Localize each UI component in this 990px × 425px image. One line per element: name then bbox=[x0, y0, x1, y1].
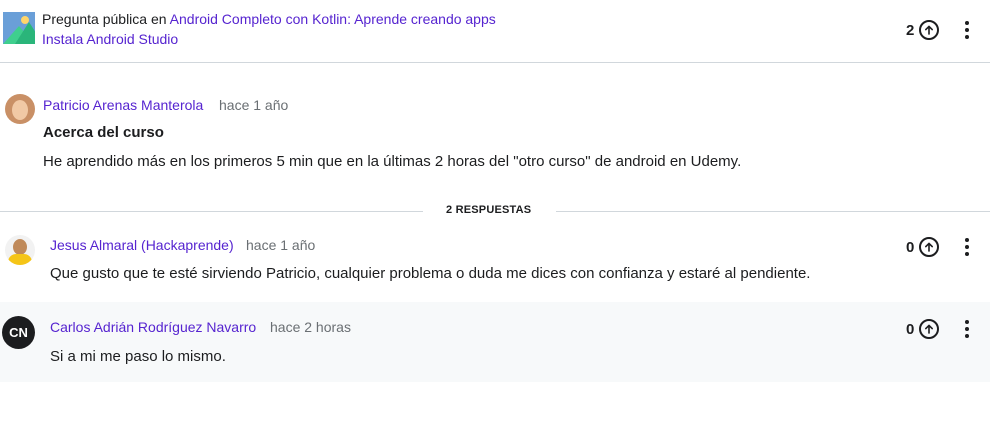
question-body: He aprendido más en los primeros 5 min q… bbox=[43, 153, 742, 170]
reply-upvote: 0 bbox=[906, 237, 940, 257]
reply-body: Que gusto que te esté sirviendo Patricio… bbox=[50, 265, 811, 282]
avatar[interactable] bbox=[5, 94, 35, 124]
reply-time: hace 1 año bbox=[246, 237, 316, 253]
question-title: Acerca del curso bbox=[43, 124, 164, 141]
upvote-arrow-icon bbox=[925, 324, 934, 334]
upvote-count: 0 bbox=[906, 238, 915, 256]
lecture-link[interactable]: Instala Android Studio bbox=[42, 31, 178, 48]
question-header: Pregunta pública en Android Completo con… bbox=[0, 0, 990, 63]
reply-time: hace 2 horas bbox=[270, 319, 351, 335]
upvote-arrow-icon bbox=[925, 25, 934, 35]
question-author[interactable]: Patricio Arenas Manterola bbox=[43, 97, 203, 113]
reply-body: Si a mi me paso lo mismo. bbox=[50, 348, 226, 365]
upvote-arrow-icon bbox=[925, 242, 934, 252]
replies-count-label: 2 RESPUESTAS bbox=[446, 204, 532, 216]
question-upvote: 2 bbox=[906, 20, 940, 40]
course-link[interactable]: Android Completo con Kotlin: Aprende cre… bbox=[170, 11, 496, 27]
avatar[interactable] bbox=[5, 235, 35, 265]
upvote-button[interactable] bbox=[919, 237, 940, 257]
more-options-icon[interactable] bbox=[964, 21, 970, 39]
reply-upvote: 0 bbox=[906, 319, 940, 339]
upvote-count: 0 bbox=[906, 320, 915, 338]
upvote-count: 2 bbox=[906, 21, 915, 39]
avatar[interactable]: CN bbox=[2, 316, 35, 349]
divider bbox=[556, 211, 990, 212]
divider bbox=[0, 211, 423, 212]
question-time: hace 1 año bbox=[219, 97, 289, 113]
question-context: Pregunta pública en Android Completo con… bbox=[42, 11, 496, 28]
upvote-button[interactable] bbox=[919, 20, 940, 40]
reply-author[interactable]: Jesus Almaral (Hackaprende) bbox=[50, 237, 234, 253]
reply-item-highlighted bbox=[0, 302, 990, 382]
reply-author[interactable]: Carlos Adrián Rodríguez Navarro bbox=[50, 319, 256, 335]
upvote-button[interactable] bbox=[919, 319, 940, 339]
more-options-icon[interactable] bbox=[964, 320, 970, 338]
question-prefix: Pregunta pública en bbox=[42, 11, 170, 27]
course-thumbnail[interactable] bbox=[3, 12, 35, 44]
more-options-icon[interactable] bbox=[964, 238, 970, 256]
